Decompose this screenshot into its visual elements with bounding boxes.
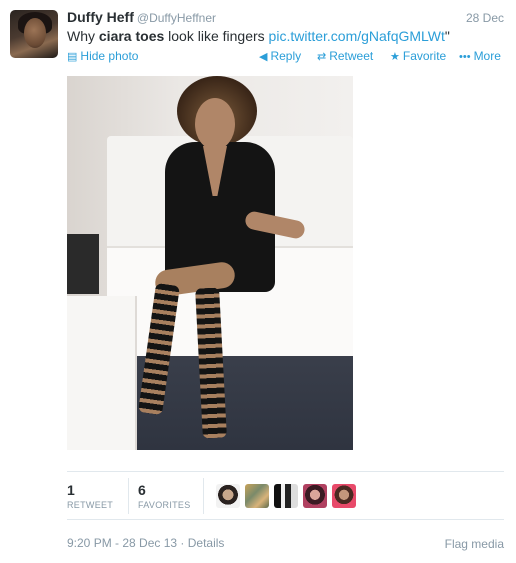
tweet-header: Duffy Heff @DuffyHeffner 28 Dec xyxy=(67,9,504,27)
tweet-text-prefix: Why xyxy=(67,28,99,44)
retweet-stat[interactable]: 1 RETWEET xyxy=(67,482,113,510)
tweet-photo[interactable] xyxy=(67,76,353,450)
user-handle[interactable]: @DuffyHeffner xyxy=(137,11,216,25)
retweet-count-label: RETWEET xyxy=(67,500,114,510)
tweet-text-middle: look like fingers xyxy=(164,28,269,44)
retweet-label: Retweet xyxy=(329,49,374,63)
reply-button[interactable]: ◀ Reply xyxy=(259,49,301,63)
stat-separator xyxy=(128,478,129,514)
ellipsis-icon: ••• xyxy=(459,51,471,63)
photo-side-seat xyxy=(67,296,137,450)
retweet-count: 1 xyxy=(67,482,75,498)
hide-photo-button[interactable]: ▤ Hide photo xyxy=(67,49,138,63)
divider-top xyxy=(67,471,504,472)
hide-photo-label: Hide photo xyxy=(80,49,139,63)
tweet-text-bold: ciara toes xyxy=(98,28,165,44)
favorites-count-label: FAVORITES xyxy=(138,500,191,510)
tweet-text: Why ciara toes look like fingers pic.twi… xyxy=(67,28,450,44)
favoriter-avatar[interactable] xyxy=(303,484,327,508)
favorite-button[interactable]: ★ Favorite xyxy=(390,49,446,63)
more-label: More xyxy=(473,49,501,63)
favorites-count: 6 xyxy=(138,482,146,498)
tweet-timestamp-footer: 9:20 PM - 28 Dec 13 · Details xyxy=(67,536,224,550)
footer-separator: · xyxy=(177,536,188,550)
favorites-stat[interactable]: 6 FAVORITES xyxy=(138,482,191,510)
retweet-icon: ⇄ xyxy=(317,51,327,63)
tweet-text-suffix: " xyxy=(444,28,450,44)
avatar-face xyxy=(24,18,46,48)
flag-media-link[interactable]: Flag media xyxy=(445,537,504,551)
photo-face xyxy=(195,98,235,150)
favoriter-avatar[interactable] xyxy=(274,484,298,508)
details-link[interactable]: Details xyxy=(188,536,225,550)
tweet-photo-link[interactable]: pic.twitter.com/gNafqGMLWt xyxy=(269,28,445,44)
avatar[interactable] xyxy=(10,10,58,58)
star-icon: ★ xyxy=(390,51,400,63)
photo-phone xyxy=(67,234,99,294)
more-button[interactable]: ••• More xyxy=(459,49,501,63)
reply-arrow-icon: ◀ xyxy=(259,51,268,63)
stat-separator xyxy=(203,478,204,514)
retweet-button[interactable]: ⇄ Retweet xyxy=(317,49,373,63)
timestamp: 9:20 PM - 28 Dec 13 xyxy=(67,536,178,550)
tweet-time[interactable]: 28 Dec xyxy=(466,11,504,25)
tweet-actions: ▤ Hide photo ◀ Reply ⇄ Retweet ★ Favorite ••… xyxy=(67,49,504,65)
favoriter-avatar[interactable] xyxy=(216,484,240,508)
favoriter-avatar[interactable] xyxy=(245,484,269,508)
reply-label: Reply xyxy=(270,49,302,63)
user-fullname[interactable]: Duffy Heff xyxy=(67,9,134,25)
divider-bottom xyxy=(67,519,504,520)
favoriter-avatar[interactable] xyxy=(332,484,356,508)
photo-icon: ▤ xyxy=(67,51,78,63)
favorite-label: Favorite xyxy=(402,49,447,63)
